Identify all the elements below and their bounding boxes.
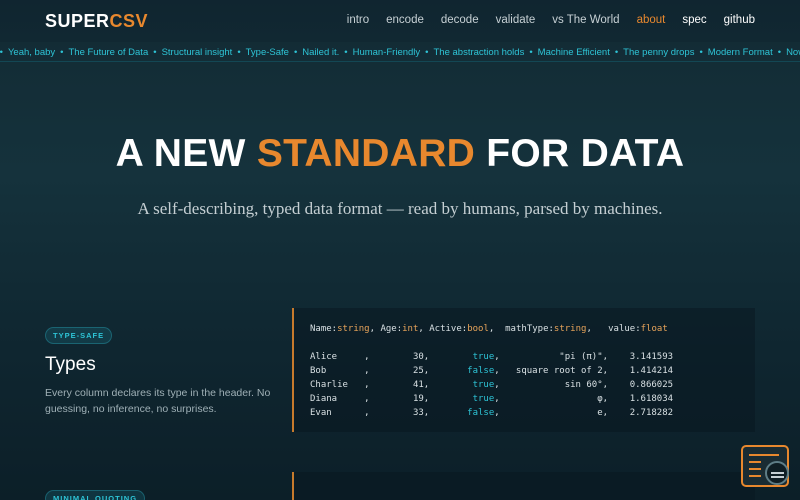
- hero-title-highlight: STANDARD: [256, 132, 476, 175]
- ticker-separator: •: [529, 47, 533, 58]
- brand-logo[interactable]: SUPERCSV: [45, 11, 148, 32]
- ticker-separator: •: [293, 47, 298, 58]
- code-bool-token: false: [429, 366, 495, 376]
- ticker-item: The Future of Data: [68, 47, 149, 58]
- ticker-separator: •: [699, 47, 703, 58]
- ticker-separator: •: [0, 47, 3, 58]
- ticker-item: Machine Efficient: [537, 47, 610, 58]
- feature-badge: TYPE-SAFE: [45, 327, 113, 344]
- code-sample-quoting: Id:int, Unquoted:string, Quoted:string: [292, 472, 755, 500]
- hero-subtitle: A self-describing, typed data format — r…: [137, 199, 663, 218]
- hero-title-c: FOR DATA: [486, 132, 685, 175]
- ticker-separator: •: [344, 47, 348, 58]
- nav-validate[interactable]: validate: [496, 14, 536, 26]
- code-type-token: string: [553, 324, 587, 334]
- nav-encode[interactable]: encode: [386, 14, 424, 26]
- code-bool-token: false: [429, 408, 495, 418]
- code-type-token: float: [640, 324, 668, 334]
- feature-types: TYPE-SAFE Types Every column declares it…: [45, 325, 275, 417]
- code-bool-token: true: [429, 352, 495, 362]
- ticker-item: The penny drops: [623, 47, 695, 58]
- ticker-item: The abstraction holds: [433, 47, 525, 58]
- nav-github[interactable]: github: [724, 14, 755, 26]
- nav-menu: intro encode decode validate vs The Worl…: [330, 14, 755, 26]
- nav-intro[interactable]: intro: [347, 14, 369, 26]
- code-type-token: string: [337, 324, 370, 334]
- code-row: Bob , 25, false, square root of 2, 1.414…: [310, 366, 674, 376]
- brand-part1: SUPER: [45, 11, 110, 31]
- top-navigation-bar: SUPERCSV intro encode decode validate vs…: [0, 0, 800, 42]
- brand-part2: CSV: [109, 11, 149, 31]
- code-sample-types: Name:string, Age:int, Active:bool, mathT…: [292, 308, 755, 432]
- nav-spec[interactable]: spec: [682, 14, 706, 26]
- ticker-separator: •: [614, 47, 619, 58]
- ticker-separator: •: [777, 47, 782, 58]
- code-type-token: bool: [467, 324, 489, 334]
- ticker-item: Now it clic: [786, 47, 800, 58]
- code-row: Evan , 33, false, e, 2.718282: [310, 408, 674, 418]
- hero-title: A NEW STANDARD FOR DATA: [0, 132, 800, 176]
- nav-vs-the-world[interactable]: vs The World: [552, 14, 619, 26]
- nav-decode[interactable]: decode: [441, 14, 479, 26]
- hero-title-a: A NEW: [115, 132, 246, 175]
- code-row: Charlie , 41, true, sin 60°, 0.866025: [310, 380, 674, 390]
- ticker-item: Nailed it.: [302, 47, 340, 58]
- ticker-separator: •: [153, 47, 157, 58]
- ticker-separator: •: [237, 47, 241, 58]
- feature-title: Types: [45, 354, 96, 375]
- feature-minimal-quoting: MINIMAL QUOTING: [45, 488, 146, 500]
- feature-description: Every column declares its type in the he…: [45, 387, 271, 415]
- code-header-line: Name:string, Age:int, Active:bool, mathT…: [310, 324, 668, 334]
- ticker-item: Type-Safe: [245, 47, 289, 58]
- code-row: Alice , 30, true, "pi (π)", 3.141593: [310, 352, 674, 362]
- terminal-search-icon[interactable]: [741, 445, 789, 487]
- ticker-item: Modern Format: [707, 47, 773, 58]
- ticker-item: Human-Friendly: [352, 47, 421, 58]
- nav-about[interactable]: about: [637, 14, 666, 26]
- ticker-item: Structural insight: [161, 47, 233, 58]
- ticker-item: Yeah, baby: [7, 47, 56, 58]
- ticker-track: /•Yeah, baby•The Future of Data•Structur…: [0, 47, 800, 58]
- code-type-token: int: [402, 324, 419, 334]
- marquee-ticker: /•Yeah, baby•The Future of Data•Structur…: [0, 44, 800, 62]
- ticker-separator: •: [60, 47, 64, 58]
- ticker-separator: •: [425, 47, 429, 58]
- code-row: Diana , 19, true, φ, 1.618034: [310, 394, 674, 404]
- code-bool-token: true: [429, 394, 495, 404]
- feature-badge: MINIMAL QUOTING: [45, 490, 146, 500]
- code-bool-token: true: [429, 380, 495, 390]
